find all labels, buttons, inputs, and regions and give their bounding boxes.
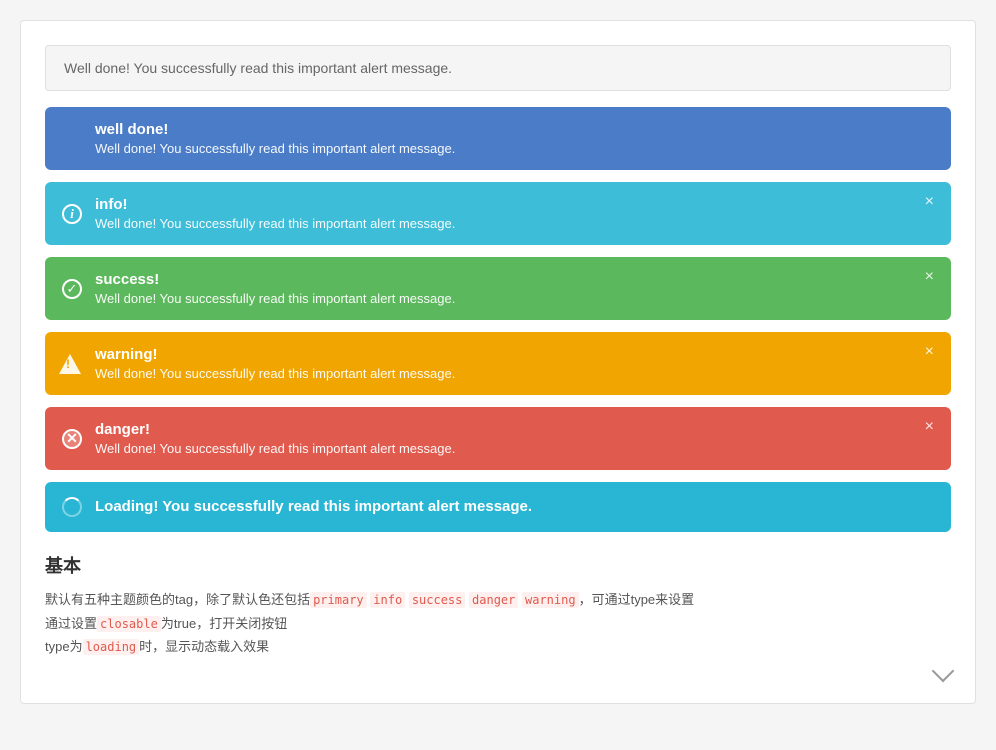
alert-title: success! [95, 271, 911, 288]
alert-body: Well done! You successfully read this im… [95, 216, 911, 231]
section-line: type为loading时，显示动态载入效果 [45, 635, 951, 659]
alert-primary: well done! Well done! You successfully r… [45, 107, 951, 170]
warning-icon [59, 353, 81, 375]
alert-title: warning! [95, 346, 911, 363]
inline-code: warning [522, 592, 579, 608]
alert-title: info! [95, 196, 911, 213]
alert-danger: ✕ danger! Well done! You successfully re… [45, 407, 951, 470]
line-suffix: 时，显示动态载入效果 [139, 639, 269, 654]
close-button[interactable]: × [920, 267, 939, 287]
alert-title: well done! [95, 121, 911, 138]
main-container: Well done! You successfully read this im… [20, 20, 976, 704]
success-icon: ✓ [61, 278, 83, 300]
alert-body: Well done! You successfully read this im… [95, 141, 911, 156]
section-line: 默认有五种主题颜色的tag，除了默认色还包括primary info succe… [45, 588, 951, 612]
alert-info: i info! Well done! You successfully read… [45, 182, 951, 245]
default-alert: Well done! You successfully read this im… [45, 45, 951, 91]
loading-icon [61, 496, 83, 518]
inline-code: loading [83, 639, 140, 655]
section-footer [45, 667, 951, 679]
alert-body: Well done! You successfully read this im… [95, 441, 911, 456]
section-line: 通过设置closable为true，打开关闭按钮 [45, 612, 951, 636]
inline-code: success [409, 592, 466, 608]
line-suffix: 为true，打开关闭按钮 [161, 616, 287, 631]
alert-body: Well done! You successfully read this im… [95, 366, 911, 381]
section-title: 基本 [45, 552, 951, 578]
alert-body: Well done! You successfully read this im… [95, 291, 911, 306]
line-suffix: ，可通过type来设置 [579, 592, 695, 607]
line-text: 默认有五种主题颜色的tag，除了默认色还包括 [45, 592, 310, 607]
alert-warning: warning! Well done! You successfully rea… [45, 332, 951, 395]
close-button[interactable]: × [920, 192, 939, 212]
chevron-down-icon[interactable] [932, 659, 955, 682]
line-text: 通过设置 [45, 616, 97, 631]
section-desc: 默认有五种主题颜色的tag，除了默认色还包括primary info succe… [45, 588, 951, 659]
alert-title: danger! [95, 421, 911, 438]
inline-code: danger [469, 592, 518, 608]
danger-icon: ✕ [61, 428, 83, 450]
line-text: type为 [45, 639, 83, 654]
alerts-container: well done! Well done! You successfully r… [45, 107, 951, 532]
alert-loading: Loading! You successfully read this impo… [45, 482, 951, 532]
inline-code: primary [310, 592, 367, 608]
alert-success: ✓ success! Well done! You successfully r… [45, 257, 951, 320]
default-alert-text: Well done! You successfully read this im… [64, 60, 452, 76]
alert-title: Loading! You successfully read this impo… [95, 498, 532, 515]
close-button[interactable]: × [920, 342, 939, 362]
info-icon: i [61, 203, 83, 225]
close-button[interactable]: × [920, 417, 939, 437]
inline-code: info [370, 592, 405, 608]
inline-code: closable [97, 616, 161, 632]
